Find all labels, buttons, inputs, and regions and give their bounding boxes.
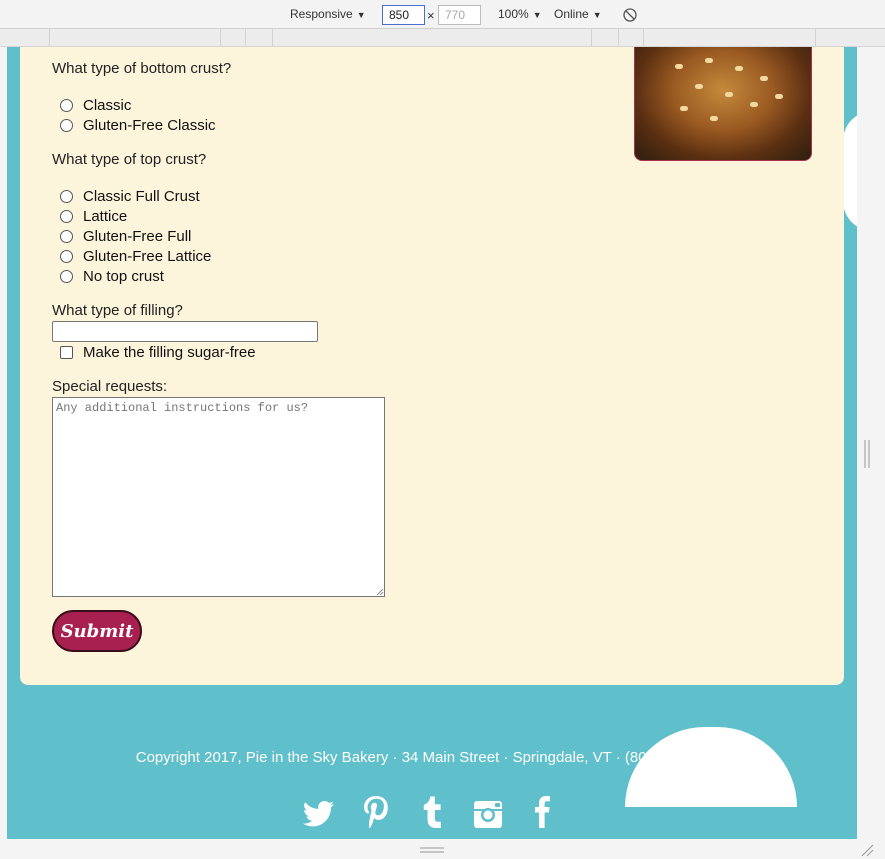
option-label: Classic Full Crust — [83, 187, 200, 205]
top-crust-option[interactable]: Lattice — [60, 206, 127, 226]
ruler-tick — [245, 29, 246, 46]
height-input[interactable]: 770 — [438, 5, 481, 25]
radio-button[interactable] — [60, 209, 73, 223]
submit-button[interactable]: Submit — [52, 610, 142, 652]
tumblr-icon[interactable] — [418, 792, 448, 832]
resize-corner-icon[interactable] — [860, 843, 874, 857]
zoom-label: 100% — [498, 7, 529, 21]
device-label: Responsive — [290, 7, 353, 21]
ruler-tick — [591, 29, 592, 46]
ruler-tick — [618, 29, 619, 46]
zoom-select[interactable]: 100% ▼ — [498, 7, 542, 21]
ruler-tick — [272, 29, 273, 46]
pie-topping — [750, 102, 758, 107]
cloud-decoration — [843, 111, 857, 231]
filling-question: What type of filling? — [52, 302, 183, 319]
ruler-tick — [49, 29, 50, 46]
pie-topping — [680, 106, 688, 111]
twitter-icon[interactable] — [301, 792, 337, 832]
special-requests-textarea[interactable]: Any additional instructions for us? — [52, 397, 385, 597]
special-requests-label: Special requests: — [52, 378, 168, 395]
bottom-crust-option[interactable]: Classic — [60, 95, 131, 115]
bottom-crust-option[interactable]: Gluten-Free Classic — [60, 115, 216, 135]
radio-button[interactable] — [60, 249, 73, 263]
resize-handle-right[interactable] — [864, 440, 870, 468]
instagram-icon[interactable] — [471, 792, 505, 832]
footer-copyright: Copyright 2017, Pie in the Sky Bakery · … — [135, 749, 729, 766]
caret-down-icon: ▼ — [356, 10, 366, 20]
ruler-tick — [815, 29, 816, 46]
order-form-card: What type of bottom crust? Classic Glute… — [20, 47, 844, 685]
top-crust-option[interactable]: Classic Full Crust — [60, 186, 200, 206]
pie-topping — [775, 94, 783, 99]
times-icon: × — [427, 8, 435, 23]
option-label: Gluten-Free Full — [83, 227, 192, 245]
devtools-toolbar: Responsive ▼ 850 × 770 100% ▼ Online ▼ — [0, 0, 885, 29]
option-label: Make the filling sugar-free — [83, 343, 256, 361]
resize-handle-bottom[interactable] — [420, 846, 444, 854]
radio-button[interactable] — [60, 269, 73, 283]
top-crust-question: What type of top crust? — [52, 151, 207, 168]
pie-topping — [725, 92, 733, 97]
width-input[interactable]: 850 — [382, 5, 425, 25]
rotate-icon[interactable] — [622, 7, 638, 23]
textarea-resize-icon[interactable] — [376, 588, 384, 596]
pie-topping — [710, 116, 718, 121]
radio-button[interactable] — [60, 118, 73, 132]
bottom-crust-question: What type of bottom crust? — [52, 60, 232, 77]
top-crust-option[interactable]: Gluten-Free Full — [60, 226, 191, 246]
pie-topping — [705, 58, 713, 63]
pie-topping — [695, 84, 703, 89]
viewport-margin-left — [0, 47, 7, 859]
facebook-icon[interactable] — [529, 792, 555, 832]
ruler-tick — [643, 29, 644, 46]
pinterest-icon[interactable] — [359, 792, 393, 832]
option-label: No top crust — [83, 267, 164, 285]
device-select[interactable]: Responsive ▼ — [290, 7, 366, 21]
radio-button[interactable] — [60, 189, 73, 203]
media-query-ruler — [0, 29, 885, 47]
network-label: Online — [554, 7, 589, 21]
radio-button[interactable] — [60, 98, 73, 112]
sugar-free-option[interactable]: Make the filling sugar-free — [60, 342, 256, 362]
top-crust-option[interactable]: Gluten-Free Lattice — [60, 246, 211, 266]
ruler-tick — [220, 29, 221, 46]
caret-down-icon: ▼ — [532, 10, 542, 20]
option-label: Lattice — [83, 207, 128, 225]
pie-topping — [675, 64, 683, 69]
caret-down-icon: ▼ — [592, 10, 602, 20]
pie-topping — [760, 76, 768, 81]
viewport-margin-right — [857, 47, 885, 859]
option-label: Classic — [83, 96, 132, 114]
page-viewport: What type of bottom crust? Classic Glute… — [7, 47, 857, 839]
radio-button[interactable] — [60, 229, 73, 243]
option-label: Gluten-Free Classic — [83, 116, 216, 134]
option-label: Gluten-Free Lattice — [83, 247, 212, 265]
top-crust-option[interactable]: No top crust — [60, 266, 164, 286]
filling-input[interactable] — [52, 321, 318, 342]
checkbox[interactable] — [60, 345, 73, 359]
cloud-decoration — [625, 727, 797, 807]
pie-image — [634, 47, 812, 161]
pie-topping — [735, 66, 743, 71]
network-select[interactable]: Online ▼ — [554, 7, 602, 21]
